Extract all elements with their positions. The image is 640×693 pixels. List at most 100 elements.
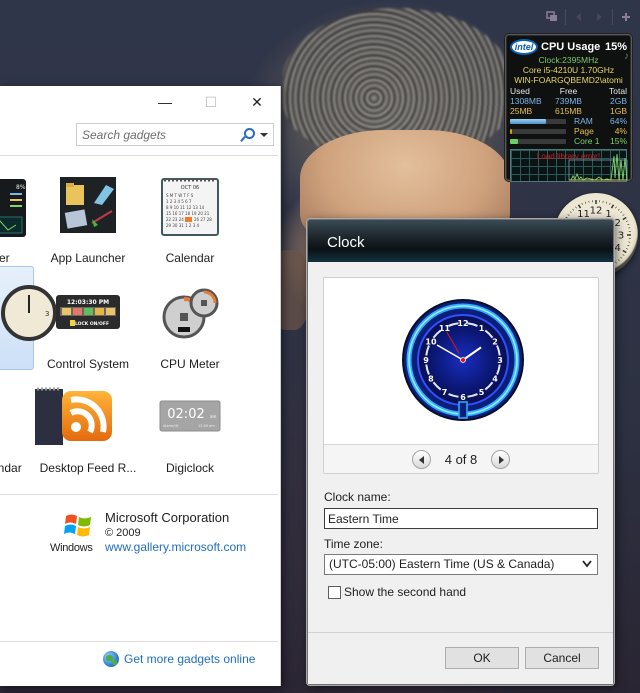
ram-used: 1308MB [510, 96, 542, 106]
clock-number: 12 [457, 319, 468, 328]
search-box [76, 123, 274, 146]
add-gadget-icon[interactable] [619, 10, 633, 24]
gadget-gallery-window: — ☐ ✕ 8% eter App Launcher OCT 06S M T W… [0, 86, 281, 686]
gadget-label: Desktop Feed R... [39, 461, 137, 475]
clock-number: 4 [614, 243, 620, 254]
clock-tick [620, 256, 623, 259]
gadget-cpu-meter[interactable]: CPU Meter [140, 266, 240, 371]
windows-wordmark: Windows [50, 542, 93, 554]
page-bar-row: Page 4% [510, 126, 627, 136]
previous-style-button[interactable] [411, 449, 431, 469]
core-label: Core 1 [574, 136, 600, 146]
gadget-calendar[interactable]: OCT 06 S M T W T F S1 2 3 4 5 6 78 9 10 1… [140, 160, 240, 265]
calendar-icon: OCT 06 S M T W T F S1 2 3 4 5 6 78 9 10 1… [158, 175, 222, 239]
clock-tick [572, 208, 575, 211]
clock-tick [609, 202, 611, 205]
svg-text:S M T W T F S: S M T W T F S [166, 193, 194, 198]
next-style-button[interactable] [491, 449, 511, 469]
clock-name-label: Clock name: [324, 490, 391, 504]
window-controls: — ☐ ✕ [142, 92, 280, 112]
page-label: Page [574, 126, 594, 136]
time-zone-value: (UTC-05:00) Eastern Time (US & Canada) [329, 557, 555, 571]
clock-tick [622, 216, 627, 221]
time-zone-select[interactable]: (UTC-05:00) Eastern Time (US & Canada) [324, 554, 598, 575]
cpu-model: Core i5-4210U 1.70GHz [522, 65, 615, 75]
gadget-clock[interactable]: 3 [0, 266, 57, 370]
core-bar [510, 138, 566, 144]
ram-bar-fill [510, 118, 546, 124]
memory-table: Used Free Total 1308MB 739MB 2GB 25MB 61… [510, 86, 627, 116]
chevron-down-icon [582, 560, 592, 568]
digiclock-time: 02:02 [167, 407, 204, 422]
pager-text: 4 of 8 [444, 451, 478, 467]
clock-number: 5 [479, 388, 485, 397]
rss-feed-icon [56, 385, 120, 449]
clock-number: 9 [423, 356, 429, 365]
next-arrow-icon[interactable] [592, 10, 606, 24]
digiclock-icon: 02:02 am Alarm/Ut 12:00 am [158, 385, 222, 449]
svg-text:29 30 31 1 2 3 4: 29 30 31 1 2 3 4 [166, 223, 200, 228]
music-note-icon[interactable]: ♪ [624, 51, 629, 62]
previous-arrow-icon[interactable] [572, 10, 586, 24]
clock-number: 3 [618, 231, 624, 242]
digiclock-alarm-time: 12:00 am [198, 424, 215, 428]
digiclock-alarm: Alarm/Ut [163, 424, 179, 428]
clock-settings-dialog: Clock 12 1 2 3 4 5 6 7 8 9 10 11 4 of 8 … [307, 219, 614, 685]
second-hand-option[interactable]: Show the second hand [328, 585, 466, 599]
clock-tick [577, 204, 582, 209]
second-hand-label: Show the second hand [344, 585, 467, 599]
sidebar-toolbar [545, 8, 640, 26]
gadget-desktop-feed-reader[interactable]: Desktop Feed R... [38, 370, 138, 475]
clock-number: 12 [590, 206, 603, 217]
gadget-control-system[interactable]: 12:03:30 PM LOCK ON/OFF Control System [38, 266, 138, 371]
search-dropdown-icon[interactable] [257, 127, 270, 143]
clock-tick [622, 254, 625, 256]
publisher-name: Microsoft Corporation [105, 510, 230, 525]
graph-error-text: Load library error! [536, 152, 601, 161]
clock-name-input[interactable] [324, 508, 598, 529]
minimize-button[interactable]: — [142, 92, 188, 112]
mem-header-free: Free [559, 86, 578, 96]
clock-tick [622, 249, 627, 254]
clock-number: 4 [492, 375, 498, 384]
core-value: 15% [609, 136, 627, 146]
page-bar [510, 128, 566, 134]
clock-number: 11 [439, 324, 451, 333]
clock-tick [615, 261, 617, 264]
cpu-history-graph: Load library error! [510, 149, 628, 182]
gadget-label: App Launcher [50, 251, 126, 265]
search-icon[interactable] [239, 127, 256, 143]
publisher-link[interactable]: www.gallery.microsoft.com [105, 540, 246, 554]
close-button[interactable]: ✕ [234, 92, 280, 112]
windows-logo-icon: Windows [50, 512, 102, 558]
clock-number: 8 [428, 375, 434, 384]
time-zone-label: Time zone: [324, 537, 383, 551]
gadget-digiclock[interactable]: 02:02 am Alarm/Ut 12:00 am Digiclock [140, 370, 240, 475]
svg-text:22 23 24: 22 23 24 [166, 217, 184, 222]
clock-preview-panel: 12 1 2 3 4 5 6 7 8 9 10 11 4 of 8 [323, 277, 599, 474]
cpu-usage-gadget[interactable]: intel CPU Usage 15% ♪ Clock:2395MHz Core… [505, 34, 632, 182]
gadget-app-launcher[interactable]: App Launcher [38, 160, 138, 265]
clock-tick [627, 223, 630, 226]
windows-overlap-icon[interactable] [545, 10, 559, 24]
control-system-icon: 12:03:30 PM LOCK ON/OFF [56, 281, 120, 345]
divider [0, 641, 278, 642]
control-system-time: 12:03:30 PM [67, 299, 109, 306]
search-input[interactable] [77, 124, 239, 145]
page-free: 615MB [555, 106, 582, 116]
core-bar-row: Core 1 15% [510, 136, 627, 146]
clock-tick [617, 208, 620, 211]
clock-tick [627, 244, 630, 247]
gadget-label: Calendar [165, 251, 215, 265]
clock-tick [626, 220, 629, 222]
gadget-label: CPU Meter [160, 357, 220, 371]
clock-preview: 12 1 2 3 4 5 6 7 8 9 10 11 [324, 278, 598, 446]
control-system-lock: LOCK ON/OFF [75, 321, 109, 327]
get-more-gadgets-link[interactable]: Get more gadgets online [103, 651, 255, 667]
ok-button[interactable]: OK [445, 647, 519, 669]
svg-text:15 16 17 18 19 20 21: 15 16 17 18 19 20 21 [166, 211, 210, 216]
maximize-button[interactable]: ☐ [188, 92, 234, 112]
clock-center [460, 357, 466, 363]
second-hand-checkbox[interactable] [328, 585, 341, 599]
cancel-button[interactable]: Cancel [525, 647, 599, 669]
